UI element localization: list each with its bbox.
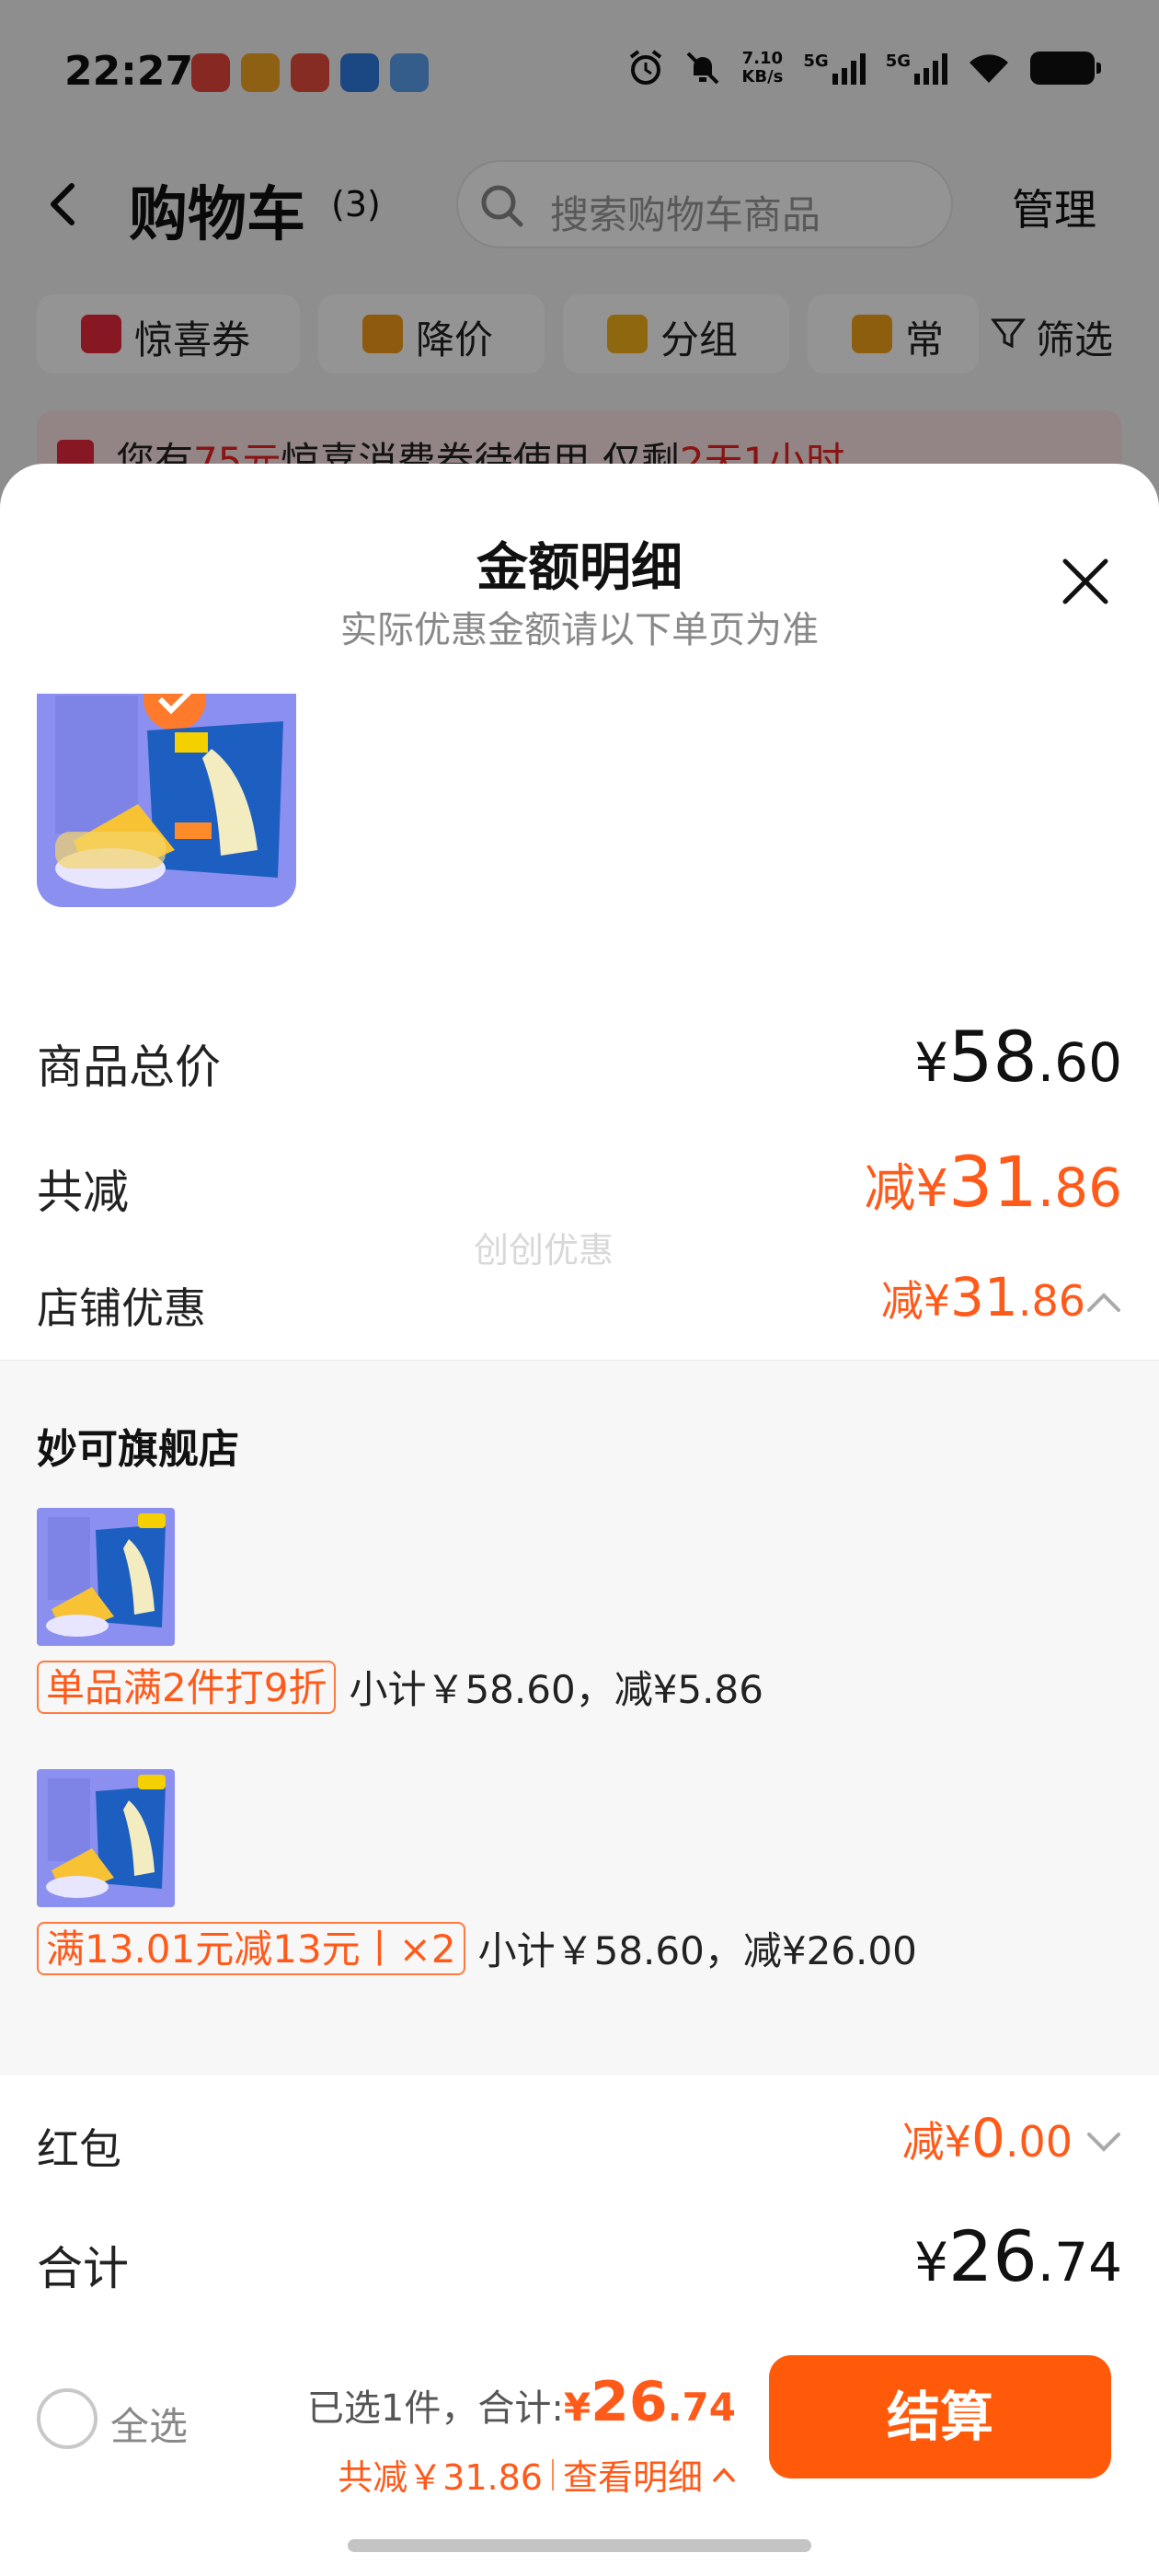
total-reduce-row: 共减 减¥31.86 [37,1141,1122,1224]
price-integer: 26 [591,2370,668,2434]
reduce-summary[interactable]: 共减￥31.86 查看明细 [338,2449,736,2500]
select-all-radio[interactable] [37,2388,98,2449]
selected-price: ¥26.74 [563,2370,736,2434]
reduce-prefix: 减¥ [864,1159,949,1219]
price-integer: 26 [948,2215,1038,2297]
promo-subtotal: 小计￥58.60，减¥5.86 [349,1667,763,1712]
product-thumbnail [37,1508,175,1646]
price-decimal: .74 [667,2385,736,2430]
currency-symbol: ¥ [914,2231,949,2294]
chevron-down-icon[interactable] [1085,2129,1122,2156]
promo-tag: 单品满2件打9折 [37,1660,337,1714]
sheet-subtitle: 实际优惠金额请以下单页为准 [340,609,819,651]
close-icon[interactable] [1058,554,1113,609]
price-decimal: .00 [1004,2117,1073,2167]
reduce-text: 共减￥31.86 [338,2457,543,2498]
sheet-title: 金额明细 [476,538,683,598]
sum-row: 合计 ¥26.74 [37,2215,1122,2298]
home-indicator[interactable] [348,2539,811,2552]
product-total-row: 商品总价 ¥58.60 [37,1016,1122,1098]
reduce-prefix: 减¥ [880,1276,951,1326]
currency-symbol: ¥ [563,2385,591,2430]
shop-discount-row[interactable]: 店铺优惠 减¥31.86 [37,1266,1122,1340]
price-decimal: .74 [1037,2231,1122,2294]
product-total-value: ¥58.60 [914,1016,1122,1098]
selected-summary: 已选1件，合计:¥26.74 [307,2370,736,2434]
sum-label: 合计 [37,2242,129,2295]
currency-symbol: ¥ [914,1031,949,1094]
price-decimal: .60 [1037,1031,1122,1094]
total-reduce-label: 共减 [37,1166,129,1219]
reduce-prefix: 减¥ [901,2117,971,2167]
watermark: 创创优惠 [474,1230,614,1271]
promo-tag: 满13.01元减13元丨×2 [37,1921,465,1975]
shop-name: 妙可旗舰店 [37,1426,239,1473]
amount-detail-sheet: 金额明细 实际优惠金额请以下单页为准 商品总价 ¥58.60 共减 减¥31.8… [0,464,1159,2576]
price-decimal: .86 [1017,1276,1085,1326]
total-reduce-value: 减¥31.86 [864,1141,1122,1223]
shop-discount-value: 减¥31.86 [881,1266,1085,1328]
checkout-bar: 全选 已选1件，合计:¥26.74 共减￥31.86 查看明细 结算 [0,2328,1159,2576]
shop-discount-label: 店铺优惠 [37,1283,206,1333]
hongbao-value: 减¥0.00 [902,2107,1073,2169]
promo-line: 满13.01元减13元丨×2 小计￥58.60，减¥26.00 [37,1920,917,1976]
promo-subtotal: 小计￥58.60，减¥26.00 [477,1928,917,1973]
selected-text: 已选1件，合计: [306,2387,564,2430]
product-total-label: 商品总价 [37,1041,221,1094]
product-thumbnail [37,1769,175,1907]
hongbao-label: 红包 [37,2124,121,2174]
chevron-up-icon[interactable] [1085,1288,1122,1316]
select-all-label[interactable]: 全选 [110,2396,188,2452]
price-decimal: .86 [1037,1156,1122,1219]
price-integer: 31 [950,1266,1018,1328]
view-detail-link[interactable]: 查看明细 [563,2449,703,2500]
promo-line: 单品满2件打9折 小计￥58.60，减¥5.86 [37,1659,763,1715]
sum-value: ¥26.74 [914,2215,1122,2297]
chevron-up-icon [713,2467,735,2482]
price-integer: 31 [948,1141,1038,1223]
price-integer: 0 [970,2107,1005,2169]
checkout-button[interactable]: 结算 [769,2355,1111,2478]
shop-discount-panel: 妙可旗舰店 单品满2件打9折 小计￥58.60，减¥5.86 满13.01元减1… [0,1360,1159,2076]
price-integer: 58 [948,1016,1038,1098]
hongbao-row[interactable]: 红包 减¥0.00 [37,2094,1122,2174]
product-image [37,694,296,907]
divider [551,2458,554,2490]
